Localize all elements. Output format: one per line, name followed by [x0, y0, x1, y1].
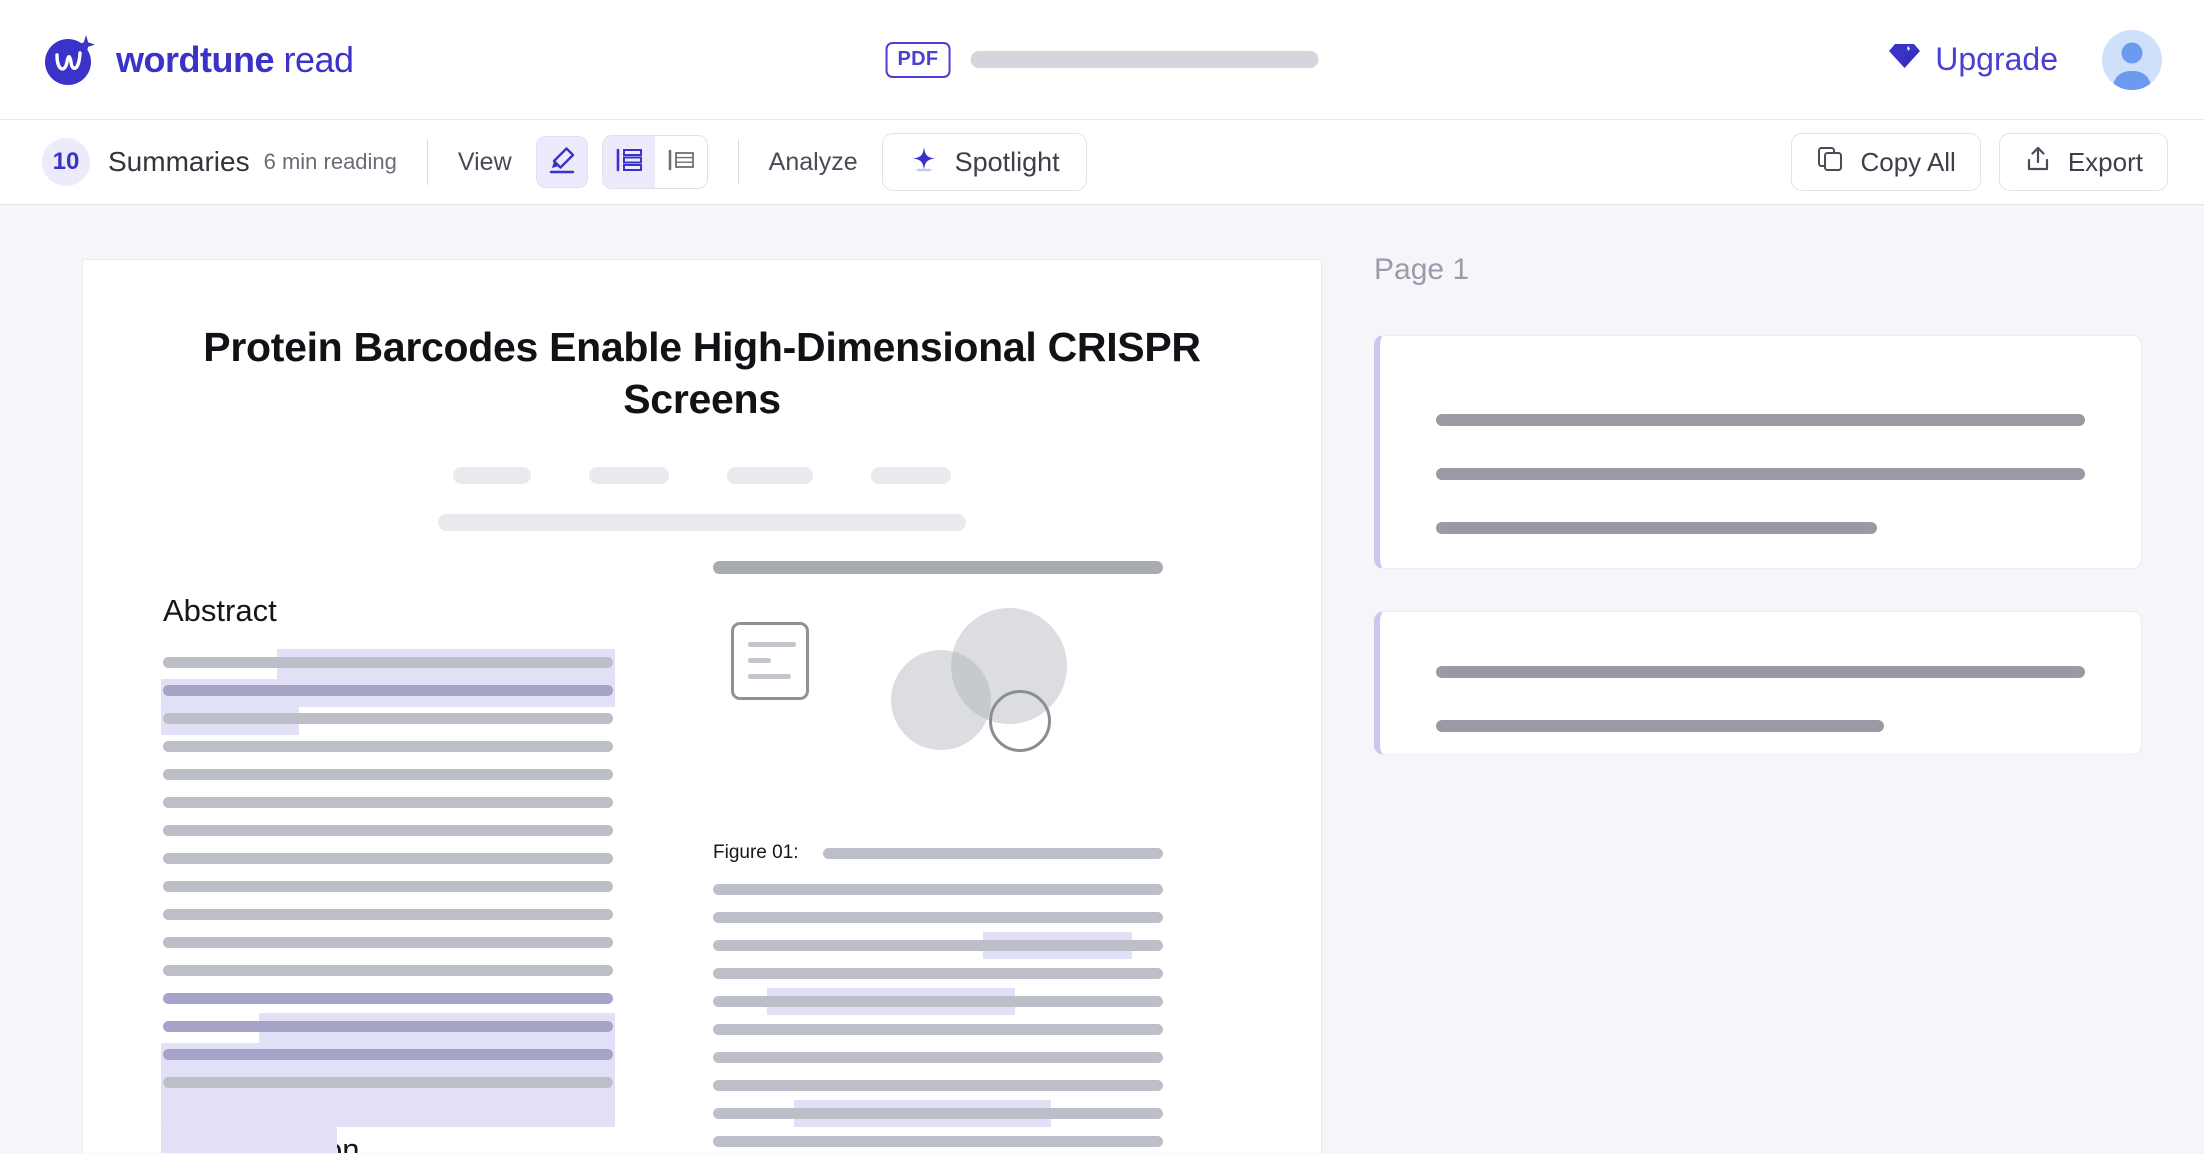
- copy-all-button[interactable]: Copy All: [1791, 133, 1981, 191]
- toolbar-right-actions: Copy All Export: [1791, 133, 2168, 191]
- text-line: [713, 1052, 1163, 1064]
- view-label: View: [457, 147, 512, 176]
- document-icon: [731, 622, 809, 701]
- figure-caption-label: Figure 01:: [713, 842, 799, 864]
- text-line: [163, 741, 613, 753]
- text-line: [163, 881, 613, 893]
- affiliation-placeholder: [438, 514, 966, 532]
- author-placeholders: [163, 467, 1241, 485]
- reading-time-label: 6 min reading: [263, 149, 397, 174]
- document-columns: Abstract Figure 01:: [161, 531, 1241, 1153]
- export-icon: [2024, 145, 2052, 180]
- figure-circle-outline: [989, 690, 1051, 753]
- main-content: Protein Barcodes Enable High-Dimensional…: [0, 205, 2204, 1153]
- spotlight-button[interactable]: Spotlight: [881, 133, 1087, 191]
- tab-list-view[interactable]: [602, 136, 655, 188]
- text-line: [163, 937, 613, 949]
- summary-line: [1436, 666, 2085, 678]
- summary-line: [1436, 720, 1884, 732]
- author-placeholder: [727, 467, 813, 485]
- text-line: [713, 1024, 1163, 1036]
- text-line: [163, 1077, 613, 1089]
- toolbar-divider-1: [426, 139, 428, 185]
- author-placeholder: [871, 467, 951, 485]
- text-line: [163, 825, 613, 837]
- summaries-panel: Page 1: [1330, 205, 2204, 1153]
- brand-logo[interactable]: wordtune read: [42, 31, 354, 89]
- affiliation-placeholder-row: [163, 514, 1241, 532]
- text-line: [713, 1080, 1163, 1092]
- figure-caption-body: [713, 884, 1163, 1148]
- summary-line: [1436, 414, 2085, 426]
- text-line: [163, 1021, 613, 1033]
- highlighter-button[interactable]: [535, 136, 588, 188]
- spotlight-label: Spotlight: [954, 146, 1060, 177]
- text-line: [713, 1136, 1163, 1148]
- avatar[interactable]: [2102, 29, 2162, 90]
- text-line: [163, 965, 613, 977]
- document-column-left: Abstract: [161, 531, 615, 1153]
- export-button[interactable]: Export: [1998, 133, 2168, 191]
- text-line: [713, 940, 1163, 952]
- abstract-heading: Abstract: [163, 593, 277, 629]
- toolbar: 10 Summaries 6 min reading View Analyze …: [0, 120, 2204, 205]
- text-line: [163, 657, 613, 669]
- upgrade-label: Upgrade: [1935, 41, 2058, 77]
- figure-circle-medium: [891, 650, 991, 751]
- analyze-label: Analyze: [768, 147, 858, 176]
- highlighter-icon: [547, 145, 577, 180]
- avatar-icon: [2113, 42, 2151, 90]
- document-name-placeholder: [970, 51, 1319, 68]
- text-line: [163, 685, 613, 697]
- pdf-badge: PDF: [885, 41, 951, 78]
- text-line: [163, 1049, 613, 1061]
- text-line: [713, 996, 1163, 1008]
- sparkle-icon: [909, 144, 939, 181]
- summaries-label: Summaries: [108, 146, 250, 177]
- copy-all-label: Copy All: [1860, 146, 1956, 177]
- toolbar-divider-2: [737, 139, 739, 185]
- document-page[interactable]: Protein Barcodes Enable High-Dimensional…: [82, 259, 1322, 1153]
- summary-card[interactable]: [1374, 335, 2142, 569]
- export-label: Export: [2067, 146, 2143, 177]
- summary-line: [1436, 468, 2085, 480]
- text-line: [163, 769, 613, 781]
- summaries-count-badge: 10: [42, 138, 90, 186]
- upgrade-button[interactable]: Upgrade: [1888, 41, 2058, 78]
- summary-line: [1436, 522, 1878, 534]
- view-mode-segmented-control[interactable]: [601, 135, 708, 189]
- wordtune-logo-icon: [42, 31, 100, 89]
- top-bar: wordtune read PDF Upgrade: [0, 0, 2204, 120]
- figure-caption: Figure 01:: [713, 842, 1163, 864]
- document-chip: PDF: [885, 41, 1319, 78]
- list-view-icon: [615, 147, 643, 178]
- highlight-block: [161, 1127, 337, 1153]
- document-pane[interactable]: Protein Barcodes Enable High-Dimensional…: [0, 205, 1330, 1153]
- abstract-body: [161, 649, 615, 1153]
- page-title: Protein Barcodes Enable High-Dimensional…: [203, 324, 1201, 422]
- document-column-right: Figure 01:: [713, 531, 1163, 1153]
- gem-icon: [1888, 41, 1921, 78]
- top-bar-actions: Upgrade: [1888, 29, 2162, 90]
- brand-name: wordtune read: [116, 38, 354, 80]
- text-line: [163, 993, 613, 1005]
- author-placeholder: [453, 467, 531, 485]
- text-line: [713, 1108, 1163, 1120]
- text-line: [713, 968, 1163, 980]
- page-label: Page 1: [1374, 253, 1470, 286]
- text-line: [822, 847, 1163, 859]
- author-placeholder: [589, 467, 669, 485]
- text-line: [163, 713, 613, 725]
- compact-view-icon: [667, 147, 695, 178]
- text-line: [163, 853, 613, 865]
- figure-top-rule: [713, 561, 1163, 575]
- text-line: [713, 912, 1163, 924]
- figure-placeholder-art: [713, 602, 1163, 802]
- text-line: [163, 909, 613, 921]
- text-line: [713, 884, 1163, 896]
- summary-card[interactable]: [1374, 611, 2142, 755]
- text-line: [163, 797, 613, 809]
- copy-icon: [1816, 145, 1844, 180]
- tab-compact-view[interactable]: [654, 136, 707, 188]
